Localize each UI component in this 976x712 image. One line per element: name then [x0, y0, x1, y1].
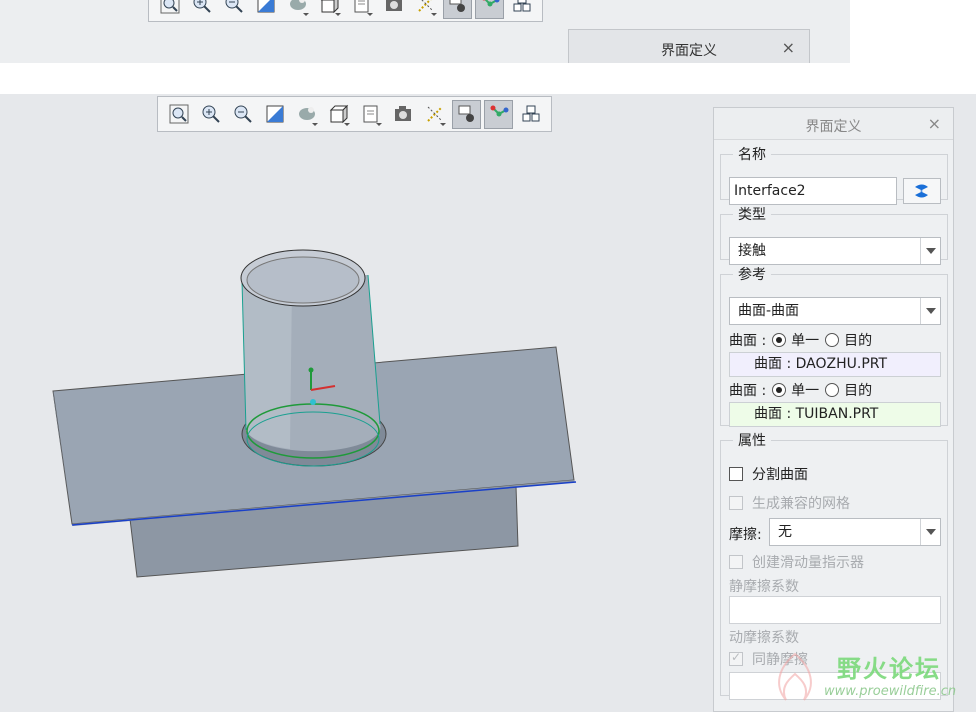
dynamic-friction-field: [729, 672, 941, 700]
color-picker-button[interactable]: [903, 178, 941, 204]
surface-2-label: 曲面 :: [729, 383, 767, 399]
surface-1-mode-row: 曲面 : 单一 目的: [729, 330, 872, 350]
chevron-down-icon[interactable]: [920, 519, 940, 545]
top-strip: 界面定义 ×: [0, 0, 850, 63]
reference-type-value: 曲面-曲面: [738, 303, 800, 319]
surface-2-mode-row: 曲面 : 单一 目的: [729, 380, 872, 400]
surface-1-target-label: 目的: [844, 333, 873, 349]
compatible-mesh-checkbox: [729, 496, 743, 510]
dialog-title: 界面定义: [805, 119, 862, 135]
surface-1-target-radio[interactable]: [825, 333, 840, 347]
slip-indicator-row: 创建滑动量指示器: [729, 552, 864, 572]
properties-legend: 属性: [738, 433, 766, 449]
chevron-down-icon[interactable]: [920, 298, 940, 324]
display-style-icon[interactable]: [315, 0, 344, 19]
surface-1-single-radio[interactable]: [772, 333, 787, 347]
static-friction-label: 静摩擦系数: [729, 579, 799, 595]
surface-2-single-label: 单一: [791, 383, 820, 399]
3d-model[interactable]: [0, 94, 700, 712]
split-surface-row[interactable]: 分割曲面: [729, 464, 808, 484]
top-view-toolbar: [148, 0, 543, 22]
model-tree-display-icon[interactable]: [475, 0, 504, 19]
same-friction-label: 同静摩擦: [752, 652, 808, 668]
annotation-display-icon[interactable]: [443, 0, 472, 19]
chevron-down-icon[interactable]: [920, 238, 940, 264]
type-select-value: 接触: [738, 243, 766, 259]
dynamic-friction-label: 动摩擦系数: [729, 630, 799, 646]
spin-center-icon[interactable]: [507, 0, 536, 19]
compatible-mesh-label: 生成兼容的网格: [752, 496, 850, 512]
graphics-viewport[interactable]: 界面定义 × 名称 Interface2 类型 接触 参考 曲面-曲面 曲面:…: [0, 94, 976, 712]
friction-select[interactable]: 无: [769, 518, 941, 546]
references-legend: 参考: [738, 267, 766, 283]
properties-group: 属性 分割曲面 生成兼容的网格 摩擦: 无 创建滑动量指示器 静摩擦系数 动摩擦…: [720, 430, 948, 700]
datum-display-icon[interactable]: [411, 0, 440, 19]
zoom-out-icon[interactable]: [219, 0, 248, 19]
surface-2-reference[interactable]: 曲面 : TUIBAN.PRT: [729, 402, 941, 427]
name-group: 名称 Interface2: [720, 144, 948, 205]
repaint-icon[interactable]: [251, 0, 280, 19]
top-dialog-header: 界面定义 ×: [568, 29, 810, 63]
surface-1-single-label: 单一: [791, 333, 820, 349]
view-manager-icon[interactable]: [379, 0, 408, 19]
color-swatch-icon: [915, 184, 928, 198]
type-select[interactable]: 接触: [729, 237, 941, 265]
orient-mode-icon[interactable]: [283, 0, 312, 19]
interface-definition-dialog: 界面定义 × 名称 Interface2 类型 接触 参考 曲面-曲面 曲面:…: [713, 107, 954, 712]
split-surface-label: 分割曲面: [752, 467, 808, 483]
name-field[interactable]: Interface2: [729, 177, 897, 205]
references-group: 参考 曲面-曲面 曲面 : 单一 目的 曲面 : DAOZHU.PRT 曲面 :…: [720, 264, 948, 427]
slip-indicator-checkbox: [729, 555, 743, 569]
name-legend: 名称: [738, 147, 766, 163]
compatible-mesh-row: 生成兼容的网格: [729, 493, 850, 513]
reference-type-select[interactable]: 曲面-曲面: [729, 297, 941, 325]
saved-views-icon[interactable]: [347, 0, 376, 19]
friction-label: 摩擦:: [729, 527, 762, 543]
surface-2-single-radio[interactable]: [772, 383, 787, 397]
split-surface-checkbox[interactable]: [729, 467, 743, 481]
friction-select-value: 无: [778, 524, 792, 540]
close-icon[interactable]: ×: [782, 38, 795, 57]
same-friction-row: 同静摩擦: [729, 649, 808, 669]
type-group: 类型 接触: [720, 204, 948, 265]
zoom-fit-icon[interactable]: [155, 0, 184, 19]
surface-1-reference[interactable]: 曲面 : DAOZHU.PRT: [729, 352, 941, 377]
surface-2-target-label: 目的: [844, 383, 873, 399]
static-friction-field: [729, 596, 941, 624]
dialog-header: 界面定义 ×: [714, 108, 953, 140]
surface-2-target-radio[interactable]: [825, 383, 840, 397]
zoom-in-icon[interactable]: [187, 0, 216, 19]
top-dialog-title: 界面定义: [661, 43, 717, 59]
same-friction-checkbox: [729, 650, 743, 666]
slip-indicator-label: 创建滑动量指示器: [752, 555, 864, 571]
type-legend: 类型: [738, 207, 766, 223]
surface-1-label: 曲面 :: [729, 333, 767, 349]
close-icon[interactable]: ×: [928, 114, 941, 133]
